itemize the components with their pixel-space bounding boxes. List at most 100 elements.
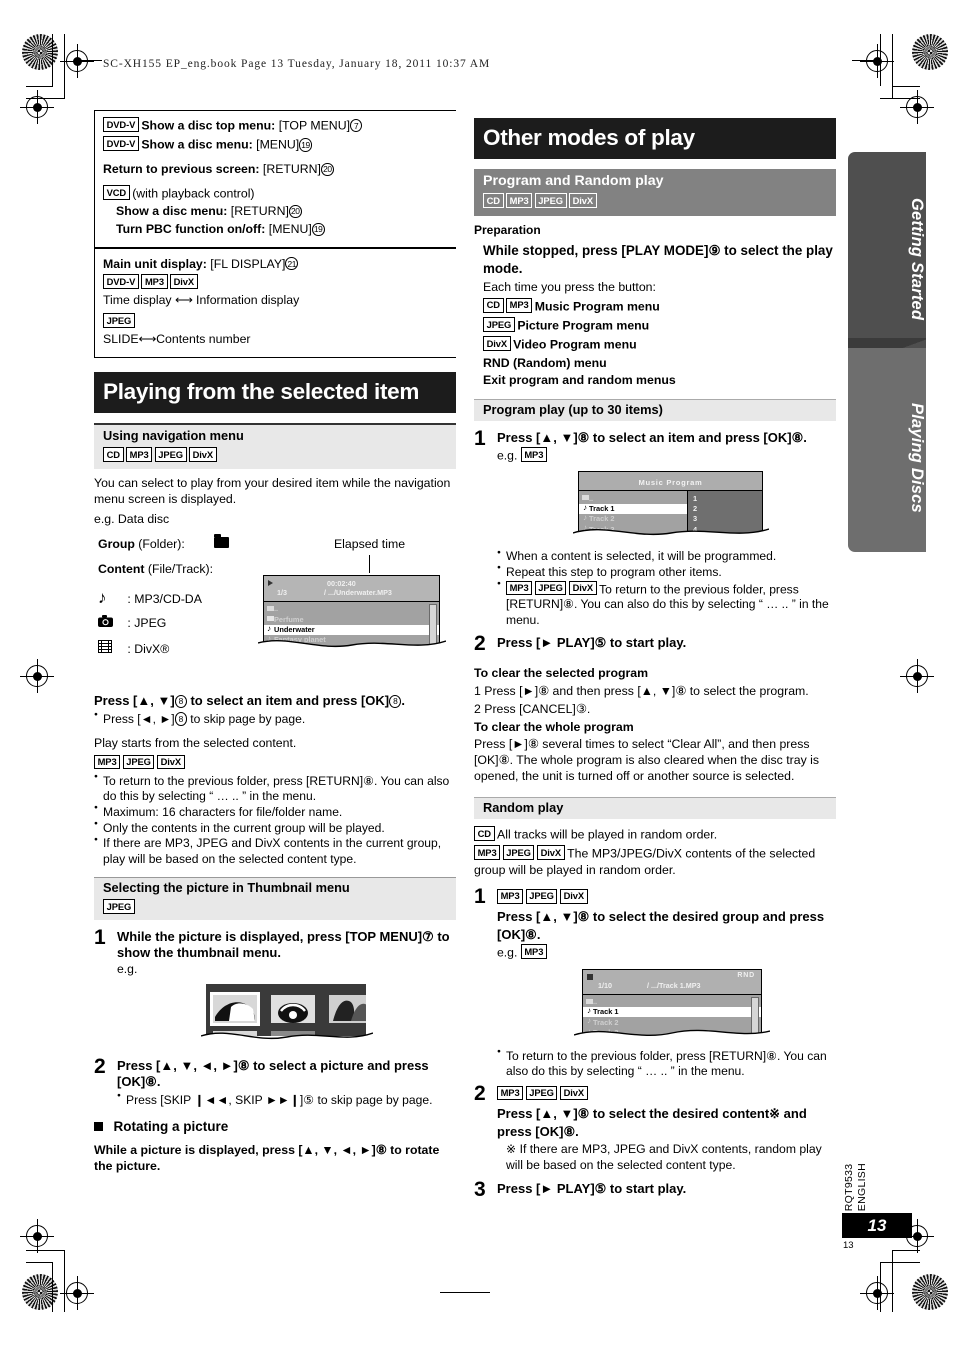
list-item[interactable]: .. [583,997,761,1007]
list-item[interactable]: ♪ Track 2 [583,1016,761,1027]
list-item-label: .. [274,604,279,614]
photo-thumb-4 [213,1030,257,1036]
list-item: To return to the previous folder, press … [94,773,456,804]
random-play-step-1: 1 MP3 JPEG DivX Press [▲, ▼]⑧ to select th… [474,885,836,961]
menu-label-exit: Exit program and random menus [483,373,676,388]
square-bullet-icon [94,1121,103,1131]
list-item: To return to the previous folder, press … [497,1048,836,1079]
list-item[interactable]: ♪ Track 3 [583,1026,761,1036]
thumbnail-item[interactable] [271,1030,315,1036]
side-tab-getting-started[interactable]: Getting Started [848,152,926,348]
screen-counter: 1/10 [598,980,612,990]
callout-8: 8 [174,712,187,726]
scrollbar-thumb[interactable] [761,998,762,1020]
subsection-random-play: Random play [474,797,836,820]
photo-thumb-2 [271,994,315,1023]
side-tab-playing-discs[interactable]: Playing Discs [848,348,926,552]
registration-mark-bottom-right [860,1276,894,1310]
media-chip-mp3: MP3 [506,580,533,596]
thumbnail-item[interactable] [329,1030,366,1036]
media-chip-cd: CD [483,193,504,208]
screen-elapsed-time: 00:02:40 [327,579,356,589]
list-item: Maximum: 16 characters for file/folder n… [94,804,456,820]
media-chip-cd: CD [103,447,124,463]
screen-counter: 1/3 [277,588,287,598]
screen-file-list[interactable]: .. ♪Track 1 ♪Track 2 ♪Track 3 ♪Track 4 [583,994,762,1036]
step-1-eg: e.g. [117,962,138,977]
crop-line [880,34,881,86]
media-chip-divx: DivX [189,447,217,463]
media-chip-mp3: MP3 [497,1085,524,1101]
footer-language: ENGLISH [856,1163,869,1212]
list-item[interactable]: Perfume [264,614,439,624]
crop-line [880,1262,920,1263]
screen-scrollbar[interactable] [429,604,437,649]
film-strip-icon [98,640,124,658]
media-chip-divx: DivX [156,754,185,770]
screen-file-list[interactable]: .. Perfume ♪Underwater ♪Fantasy planet S… [264,602,439,649]
main-unit-display-rulebox: Main unit display: [FL DISPLAY] 21 DVD-V M… [94,248,456,359]
step-2-heading: Press [▲, ▼]⑧ to select the desired cont… [497,1106,807,1139]
menu-label-music-program: Music Program menu [534,299,660,314]
step-number: 2 [474,631,486,655]
list-item-label: Track 2 [589,514,615,524]
dvd-menu-key: [MENU] [252,137,300,152]
scrollbar-thumb[interactable] [439,605,440,627]
crop-line [880,98,920,99]
subsection-title: Program play (up to 30 items) [483,402,663,418]
callout-19: 19 [311,222,325,237]
clear-selected-step-2: 2 Press [CANCEL]③. [474,701,591,716]
step-3-heading: Press [► PLAY]⑤ to start play. [497,1181,687,1197]
thumbnail-selected[interactable] [210,991,260,1026]
media-chip-jpeg: JPEG [534,193,567,208]
crop-line [26,1262,53,1263]
dvd-top-menu-key: [TOP MENU] [275,118,350,133]
media-chip-jpeg: JPEG [154,447,187,463]
list-item-selected[interactable]: ♪ Track 1 [583,1006,761,1018]
list-item-label: .. [593,996,598,1006]
step-2-bullets: Press [SKIP ❙◄◄, SKIP ►►❙]⑤ to skip page… [117,1092,456,1108]
music-note-icon: ♪ [587,1026,591,1036]
list-item[interactable]: ♪ Track 2 [579,513,687,524]
thumbnail-step-2: 2 Press [▲, ▼, ◄, ►]⑧ to select a pictur… [94,1055,456,1108]
list-item[interactable]: .. [579,493,687,503]
list-item[interactable]: ♪Track 4 [583,534,587,535]
camera-icon-svg [98,615,113,628]
thumbnail-item[interactable] [329,994,366,1023]
screen-title: Music Program [638,478,703,488]
crop-line [880,1262,881,1312]
list-item[interactable]: ♪ Track 3 [579,523,687,534]
rotating-picture-heading: Rotating a picture [113,1118,229,1134]
thumbnail-item[interactable] [271,994,315,1023]
crop-line [440,1292,490,1293]
media-chip-jpeg: JPEG [525,888,558,904]
media-chip-jpeg: JPEG [103,313,135,328]
vcd-disc-menu-label: Show a disc menu: [116,204,228,219]
music-note-icon: ♪ [583,502,587,512]
list-item-selected[interactable]: ♪ Underwater [264,624,439,636]
screen-file-list[interactable]: .. ♪Track 1 ♪Track 2 ♪Track 3 ♪Track 4 [579,491,688,535]
random-cd-line: CD All tracks will be played in random or… [474,826,836,843]
callout-8: 8 [174,694,187,708]
thumbnail-item[interactable] [213,1030,257,1036]
camera-icon [267,647,274,649]
callout-20: 20 [288,205,302,219]
list-item[interactable]: ♪ Fantasy planet [264,634,439,645]
return-folder-icon [582,495,589,501]
media-chip-vcd: VCD [103,185,130,200]
subsection-program-play: Program play (up to 30 items) [474,399,836,421]
list-item-selected[interactable]: ♪ Track 1 [579,502,687,514]
registration-mark-top-right [860,44,894,78]
list-item[interactable]: .. [264,604,439,614]
list-item[interactable]: Starpersons1 [264,646,439,649]
nav-intro-text: You can select to play from your desired… [94,475,451,506]
registration-mark-left-lower [20,1219,54,1253]
list-item: MP3JPEGDivXTo return to the previous fol… [497,580,836,628]
group-label: Group [98,537,135,552]
screen-program-numbers: 1 2 3 4 5 [688,491,762,535]
legend-text-jpeg: : JPEG [127,616,167,631]
program-play-step-2: 2 Press [► PLAY]⑤ to start play. [474,632,836,655]
main-unit-display-label: Main unit display: [103,256,207,271]
callout-8: 8 [389,694,402,708]
screen-scrollbar[interactable] [751,996,762,1036]
